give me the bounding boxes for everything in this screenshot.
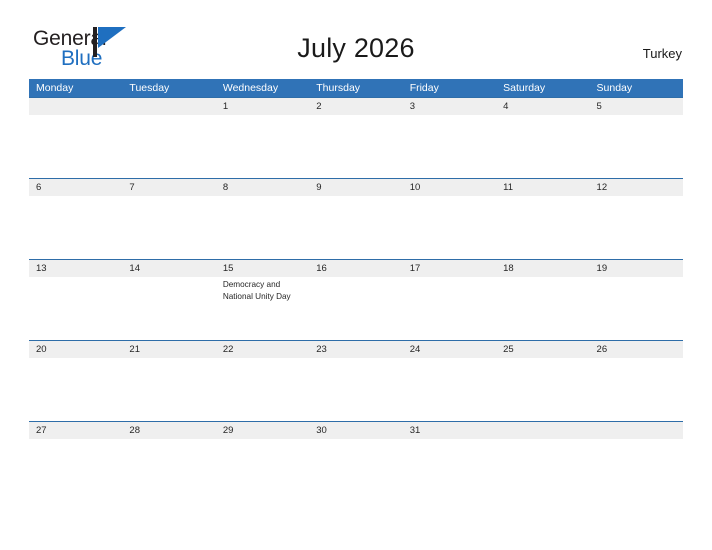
day-cell[interactable] [309, 277, 402, 340]
day-cell[interactable] [29, 277, 122, 340]
weekday-friday: Friday [409, 82, 439, 94]
weekday-saturday: Saturday [503, 82, 546, 94]
weekday-header-row: Monday Tuesday Wednesday Thursday Friday… [29, 79, 683, 97]
day-cell[interactable] [403, 358, 496, 421]
day-number: 15 [222, 263, 234, 274]
day-number: 10 [409, 182, 421, 193]
week-body [29, 196, 683, 259]
day-number [590, 422, 683, 439]
day-number: 29 [222, 425, 234, 436]
day-cell[interactable] [29, 115, 122, 178]
day-number: 2 [316, 101, 322, 112]
weekday-wednesday: Wednesday [222, 82, 279, 94]
page-title: July 2026 [297, 33, 415, 63]
day-number: 24 [409, 344, 421, 355]
week-row: 27 28 29 30 31 [29, 421, 683, 502]
week-body [29, 115, 683, 178]
day-cell[interactable] [590, 439, 683, 502]
weekday-thursday: Thursday [316, 82, 361, 94]
day-cell[interactable] [590, 358, 683, 421]
day-number: 31 [409, 425, 421, 436]
page-header: General Blue July 2026 Turkey [0, 0, 712, 78]
day-cell[interactable] [29, 358, 122, 421]
week-date-strip: 1 2 3 4 5 [29, 98, 683, 115]
day-number: 16 [316, 263, 327, 274]
day-cell[interactable] [29, 439, 122, 502]
week-date-strip: 13 14 15 16 17 18 19 [29, 260, 683, 277]
week-row: 1 2 3 4 5 [29, 97, 683, 178]
day-number: 18 [503, 263, 514, 274]
calendar-grid: Monday Tuesday Wednesday Thursday Friday… [29, 79, 683, 502]
day-cell[interactable] [122, 439, 215, 502]
day-number: 13 [36, 263, 47, 274]
day-cell[interactable] [29, 196, 122, 259]
day-number: 14 [129, 263, 140, 274]
day-cell[interactable] [496, 439, 589, 502]
day-cell[interactable] [216, 439, 309, 502]
day-number [496, 422, 589, 439]
day-cell[interactable] [496, 115, 589, 178]
week-date-strip: 6 7 8 9 10 11 12 [29, 179, 683, 196]
day-cell[interactable] [403, 277, 496, 340]
day-number: 23 [316, 344, 327, 355]
day-cell[interactable] [403, 439, 496, 502]
week-row: 20 21 22 23 24 25 26 [29, 340, 683, 421]
day-cell[interactable]: Democracy and National Unity Day [216, 277, 309, 340]
day-number: 11 [503, 182, 513, 193]
day-number: 22 [222, 344, 234, 355]
week-row: 6 7 8 9 10 11 12 [29, 178, 683, 259]
week-body [29, 358, 683, 421]
day-cell[interactable] [496, 358, 589, 421]
day-cell[interactable] [590, 277, 683, 340]
day-number: 26 [596, 344, 608, 355]
region-label: Turkey [642, 46, 682, 61]
week-body: Democracy and National Unity Day [29, 277, 683, 340]
day-number: 1 [222, 101, 229, 112]
day-cell[interactable] [496, 196, 589, 259]
day-number: 5 [596, 101, 602, 112]
day-cell[interactable] [216, 115, 309, 178]
day-event: Democracy and National Unity Day [222, 280, 291, 301]
day-cell[interactable] [122, 277, 215, 340]
week-row: 13 14 15 16 17 18 19 Democracy and Natio… [29, 259, 683, 340]
day-cell[interactable] [309, 196, 402, 259]
day-cell[interactable] [216, 196, 309, 259]
day-number: 25 [503, 344, 514, 355]
day-number [122, 98, 215, 115]
day-cell[interactable] [309, 358, 402, 421]
day-number: 6 [36, 182, 42, 193]
day-cell[interactable] [122, 358, 215, 421]
day-number: 9 [316, 182, 322, 193]
day-cell[interactable] [496, 277, 589, 340]
day-cell[interactable] [122, 196, 215, 259]
weekday-sunday: Sunday [596, 82, 633, 94]
day-number: 3 [409, 101, 415, 112]
weekday-monday: Monday [36, 82, 74, 94]
day-number: 7 [129, 182, 135, 193]
day-cell[interactable] [590, 196, 683, 259]
day-number: 4 [503, 101, 509, 112]
week-date-strip: 27 28 29 30 31 [29, 422, 683, 439]
day-cell[interactable] [309, 115, 402, 178]
week-date-strip: 20 21 22 23 24 25 26 [29, 341, 683, 358]
day-cell[interactable] [403, 196, 496, 259]
day-number [29, 98, 122, 115]
day-number: 12 [596, 182, 608, 193]
day-number: 28 [129, 425, 140, 436]
day-number: 21 [129, 344, 140, 355]
day-number: 19 [596, 263, 608, 274]
day-number: 30 [316, 425, 327, 436]
day-cell[interactable] [309, 439, 402, 502]
day-number: 20 [36, 344, 47, 355]
day-number: 17 [409, 263, 421, 274]
week-body [29, 439, 683, 502]
day-cell[interactable] [122, 115, 215, 178]
day-cell[interactable] [216, 358, 309, 421]
day-number: 8 [222, 182, 229, 193]
day-cell[interactable] [590, 115, 683, 178]
day-number: 27 [36, 425, 47, 436]
day-cell[interactable] [403, 115, 496, 178]
weekday-tuesday: Tuesday [129, 82, 170, 94]
